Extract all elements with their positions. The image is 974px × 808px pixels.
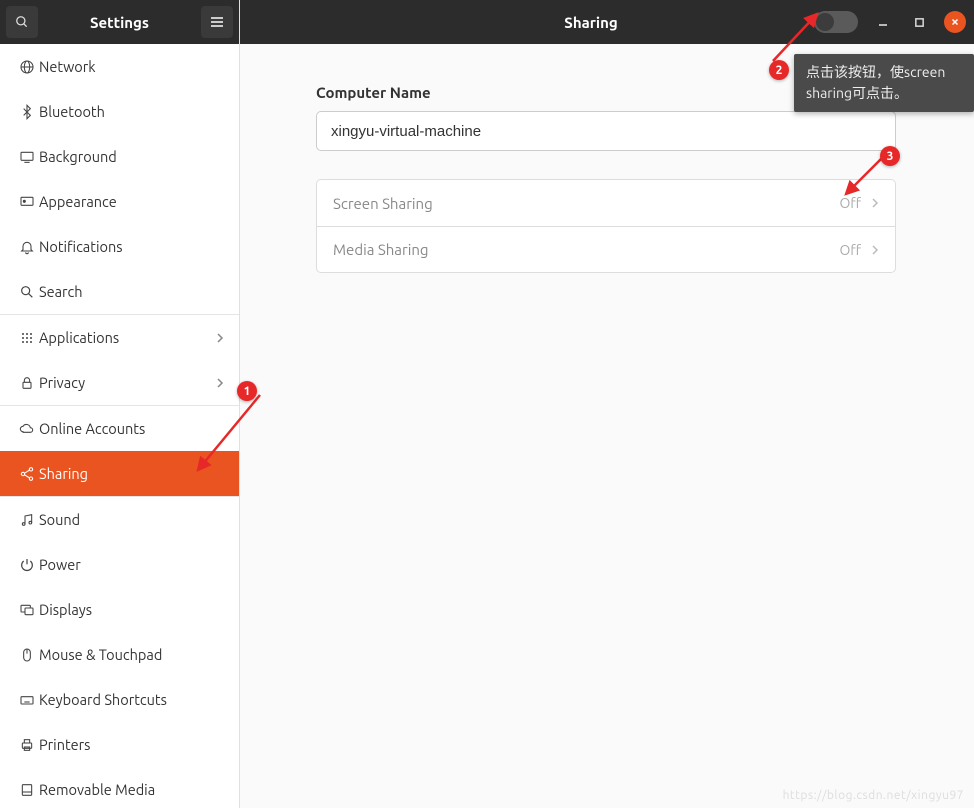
annotation-badge-2: 2: [769, 60, 789, 80]
disk-icon: [19, 782, 35, 798]
sidebar-item-label: Appearance: [39, 193, 224, 210]
sidebar-item-mouse[interactable]: Mouse & Touchpad: [0, 632, 239, 677]
sidebar-item-bluetooth[interactable]: Bluetooth: [0, 89, 239, 134]
mouse-icon: [19, 647, 35, 663]
annotation-badge-1: 1: [237, 381, 257, 401]
hamburger-icon: [210, 16, 224, 28]
sidebar-item-printers[interactable]: Printers: [0, 722, 239, 767]
sidebar: Settings Network Bluetooth Background: [0, 0, 240, 808]
sidebar-item-applications[interactable]: Applications: [0, 315, 239, 360]
chevron-right-icon: [216, 332, 224, 344]
row-label: Media Sharing: [333, 241, 839, 258]
annotation-tooltip: 点击该按钮，使screen sharing可点击。: [794, 54, 974, 112]
row-status: Off: [839, 195, 861, 211]
row-status: Off: [839, 242, 861, 258]
hamburger-button[interactable]: [201, 6, 233, 38]
sidebar-item-label: Removable Media: [39, 781, 224, 798]
row-label: Screen Sharing: [333, 195, 839, 212]
header-controls: [814, 11, 966, 33]
chevron-right-icon: [216, 377, 224, 389]
sidebar-item-label: Search: [39, 283, 224, 300]
sidebar-item-label: Online Accounts: [39, 420, 224, 437]
sharing-options-list: Screen Sharing Off Media Sharing Off: [316, 179, 896, 273]
sidebar-item-online-accounts[interactable]: Online Accounts: [0, 406, 239, 451]
printer-icon: [19, 737, 35, 753]
sharing-master-toggle[interactable]: [814, 11, 858, 33]
close-icon: [950, 17, 960, 27]
watermark: https://blog.csdn.net/xingyu97: [783, 789, 964, 802]
power-icon: [19, 557, 35, 573]
music-icon: [19, 512, 35, 528]
sidebar-item-label: Printers: [39, 736, 224, 753]
sidebar-item-label: Power: [39, 556, 224, 573]
sidebar-item-label: Applications: [39, 329, 216, 346]
toggle-knob: [816, 13, 834, 31]
maximize-icon: [914, 17, 925, 28]
annotation-badge-3: 3: [880, 146, 900, 166]
lock-icon: [19, 375, 35, 391]
sidebar-item-search[interactable]: Search: [0, 269, 239, 314]
sidebar-item-network[interactable]: Network: [0, 44, 239, 89]
chevron-right-icon: [871, 244, 879, 256]
bluetooth-icon: [19, 104, 35, 120]
sidebar-item-label: Privacy: [39, 374, 216, 391]
sidebar-item-background[interactable]: Background: [0, 134, 239, 179]
sidebar-item-label: Keyboard Shortcuts: [39, 691, 224, 708]
minimize-button[interactable]: [872, 11, 894, 33]
share-icon: [19, 466, 35, 482]
displays-icon: [19, 602, 35, 618]
search-button[interactable]: [6, 6, 38, 38]
row-screen-sharing[interactable]: Screen Sharing Off: [317, 180, 895, 226]
sidebar-item-notifications[interactable]: Notifications: [0, 224, 239, 269]
sidebar-item-appearance[interactable]: Appearance: [0, 179, 239, 224]
search-icon: [19, 284, 35, 300]
computer-name-input[interactable]: [316, 111, 896, 151]
sidebar-list: Network Bluetooth Background Appearance …: [0, 44, 239, 808]
sidebar-item-label: Bluetooth: [39, 103, 224, 120]
sidebar-item-keyboard[interactable]: Keyboard Shortcuts: [0, 677, 239, 722]
minimize-icon: [877, 16, 889, 28]
desktop-icon: [19, 149, 35, 165]
keyboard-icon: [19, 692, 35, 708]
apps-icon: [19, 330, 35, 346]
sidebar-item-label: Sound: [39, 511, 224, 528]
sidebar-item-sharing[interactable]: Sharing: [0, 451, 239, 496]
maximize-button[interactable]: [908, 11, 930, 33]
cloud-icon: [19, 421, 35, 437]
row-media-sharing[interactable]: Media Sharing Off: [317, 226, 895, 272]
sidebar-item-label: Sharing: [39, 465, 224, 482]
main-panel: Sharing Computer Name: [240, 0, 974, 808]
sidebar-item-label: Network: [39, 58, 224, 75]
main-header: Sharing: [240, 0, 974, 44]
sidebar-item-displays[interactable]: Displays: [0, 587, 239, 632]
appearance-icon: [19, 194, 35, 210]
page-title: Sharing: [368, 14, 814, 31]
sidebar-title: Settings: [38, 14, 201, 31]
sidebar-item-label: Notifications: [39, 238, 224, 255]
globe-icon: [19, 59, 35, 75]
bell-icon: [19, 239, 35, 255]
close-button[interactable]: [944, 11, 966, 33]
sidebar-item-sound[interactable]: Sound: [0, 497, 239, 542]
sidebar-item-label: Background: [39, 148, 224, 165]
sidebar-header: Settings: [0, 0, 239, 44]
sidebar-item-removable-media[interactable]: Removable Media: [0, 767, 239, 808]
search-icon: [15, 15, 29, 29]
chevron-right-icon: [871, 197, 879, 209]
sidebar-item-label: Displays: [39, 601, 224, 618]
sidebar-item-label: Mouse & Touchpad: [39, 646, 224, 663]
sidebar-item-privacy[interactable]: Privacy: [0, 360, 239, 405]
sidebar-item-power[interactable]: Power: [0, 542, 239, 587]
